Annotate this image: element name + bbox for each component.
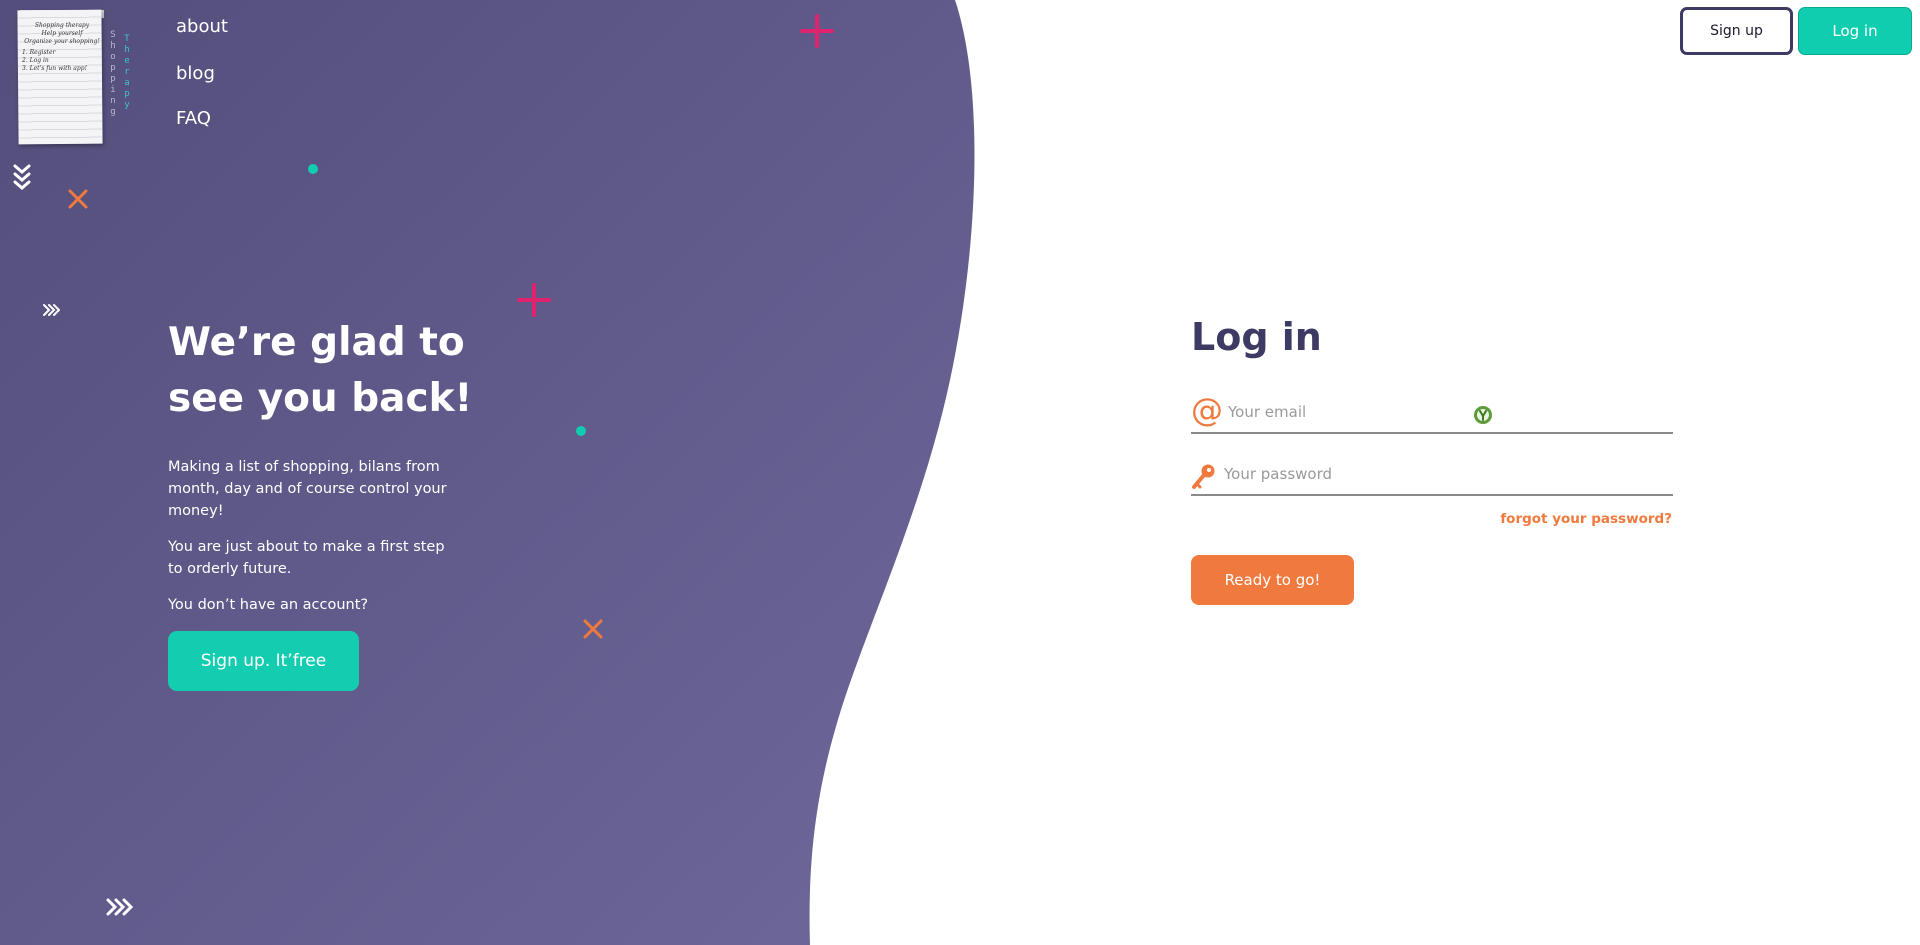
plus-decoration-icon xyxy=(517,283,551,317)
logo[interactable]: Shopping therapy Help yourself Organize … xyxy=(12,9,104,146)
header-login-button[interactable]: Log in xyxy=(1798,7,1912,55)
nav-link-blog[interactable]: blog xyxy=(176,63,215,84)
hero-title-line: see you back! xyxy=(168,376,473,421)
hero-description: Making a list of shopping, bilans from m… xyxy=(168,459,447,519)
double-chevron-down-icon xyxy=(13,164,31,190)
forgot-password-link[interactable]: forgot your password? xyxy=(1470,511,1672,527)
key-icon xyxy=(1192,464,1215,489)
dot-decoration xyxy=(576,426,586,436)
logo-note-line: Organize your shopping! xyxy=(24,38,100,45)
email-input[interactable] xyxy=(1226,402,1470,422)
email-field: @ xyxy=(1191,392,1673,434)
hero-title-line: We’re glad to xyxy=(168,320,465,365)
password-input[interactable] xyxy=(1222,464,1466,484)
logo-note-line: 3. Let's fun with app! xyxy=(22,65,87,72)
hero-description: You are just about to make a first step … xyxy=(168,539,445,577)
login-submit-button[interactable]: Ready to go! xyxy=(1191,555,1354,605)
triple-chevron-right-icon xyxy=(43,304,60,316)
nav-link-about[interactable]: about xyxy=(176,16,228,37)
triple-chevron-right-icon xyxy=(106,898,134,916)
nav-link-faq[interactable]: FAQ xyxy=(176,108,211,129)
logo-note-line: 1. Register xyxy=(22,49,56,56)
password-field xyxy=(1191,460,1673,496)
cross-decoration-icon xyxy=(68,189,88,209)
at-sign-icon: @ xyxy=(1191,391,1223,429)
hero-title: We’re glad to see you back! xyxy=(168,315,498,427)
signup-cta-button[interactable]: Sign up. It’free xyxy=(168,631,359,691)
cross-decoration-icon xyxy=(583,619,603,639)
logo-note-text: Shopping therapy Help yourself Organize … xyxy=(22,22,102,73)
login-title: Log in xyxy=(1191,315,1322,359)
logo-note-line: Shopping therapy xyxy=(34,22,90,29)
logo-note-line: Help yourself xyxy=(41,30,83,37)
password-manager-icon[interactable] xyxy=(1473,405,1493,425)
dot-decoration xyxy=(308,164,318,174)
logo-vertical-word: Therapy xyxy=(122,34,132,111)
logo-vertical-word: Shopping xyxy=(108,30,118,118)
header-signup-button[interactable]: Sign up xyxy=(1680,7,1793,55)
plus-decoration-icon xyxy=(800,14,834,48)
no-account-text: You don’t have an account? xyxy=(168,597,369,613)
logo-note-line: 2. Log in xyxy=(22,57,49,64)
